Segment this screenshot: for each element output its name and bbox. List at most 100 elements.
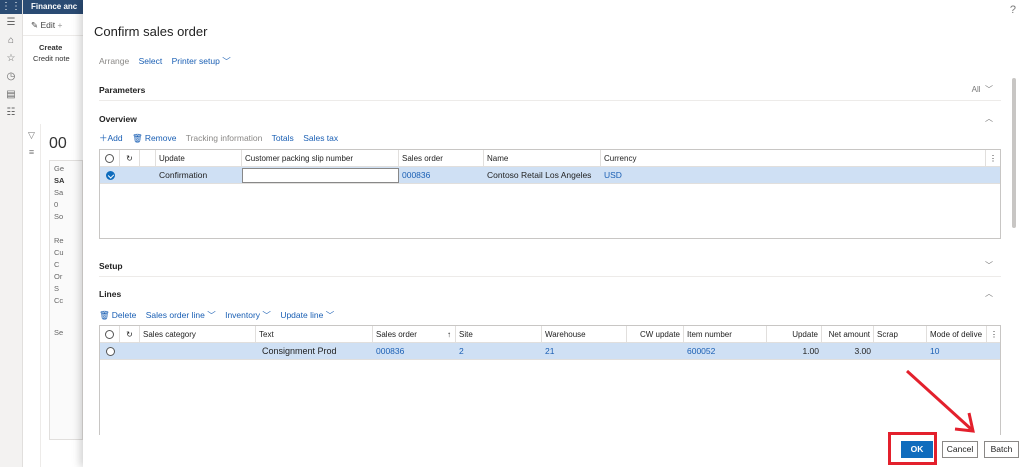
parameters-all-label: All bbox=[971, 85, 981, 94]
row-sales-order-link[interactable]: 000836 bbox=[373, 343, 456, 360]
background-toolbar: ✎ Edit + bbox=[23, 14, 83, 36]
tracking-information-button[interactable]: Tracking information bbox=[186, 133, 263, 143]
fragment-text: Se bbox=[54, 328, 64, 337]
column-header-name[interactable]: Name bbox=[484, 150, 601, 167]
printer-setup-button[interactable]: Printer setup ﹀ bbox=[172, 56, 231, 66]
refresh-icon[interactable]: ↻ bbox=[120, 326, 140, 343]
row-currency-link[interactable]: USD bbox=[601, 167, 701, 184]
dialog-title: Confirm sales order bbox=[94, 24, 208, 39]
overview-section-header[interactable]: Overview ︿ bbox=[99, 108, 1001, 130]
table-row[interactable]: Confirmation 000836 Contoso Retail Los A… bbox=[100, 167, 1000, 184]
sales-order-header-label: Sales order bbox=[376, 330, 417, 339]
edit-button[interactable]: Edit bbox=[41, 20, 56, 30]
row-item-number-link[interactable]: 600052 bbox=[684, 343, 767, 360]
background-card: Ge SA Sa 0 So Re Cu C Or S Cc Se bbox=[49, 160, 83, 440]
overview-grid: ↻ Update Customer packing slip number Sa… bbox=[99, 149, 1001, 239]
home-icon[interactable]: ⌂ bbox=[0, 32, 22, 50]
packing-slip-input[interactable] bbox=[242, 168, 399, 183]
column-options-icon[interactable]: ⋮ bbox=[986, 150, 1000, 167]
annotation-arrow-icon bbox=[905, 369, 975, 433]
column-header-sales-order[interactable]: Sales order bbox=[399, 150, 484, 167]
row-radio[interactable] bbox=[100, 343, 120, 360]
sort-ascending-icon: ↑ bbox=[447, 330, 451, 339]
column-header-site[interactable]: Site bbox=[456, 326, 542, 343]
batch-button[interactable]: Batch bbox=[984, 441, 1019, 458]
menu-icon[interactable]: ☰ bbox=[0, 14, 22, 32]
help-icon[interactable]: ? bbox=[1010, 4, 1016, 16]
printer-setup-label: Printer setup bbox=[171, 56, 220, 66]
row-mode-of-delivery-link[interactable]: 10 bbox=[927, 343, 987, 360]
column-header-sales-category[interactable]: Sales category bbox=[140, 326, 256, 343]
row-sales-category bbox=[140, 343, 256, 360]
fragment-text: Ge bbox=[54, 164, 65, 173]
select-button[interactable]: Select bbox=[139, 56, 163, 66]
refresh-icon[interactable]: ↻ bbox=[120, 150, 140, 167]
column-header-update[interactable]: Update bbox=[767, 326, 822, 343]
setup-title: Setup bbox=[99, 261, 123, 271]
column-header-net-amount[interactable]: Net amount bbox=[822, 326, 874, 343]
chevron-down-icon: ﹀ bbox=[985, 85, 993, 94]
delete-button[interactable]: 🗑 Delete bbox=[99, 310, 136, 320]
filter-icon[interactable]: ▽ bbox=[23, 130, 40, 141]
fragment-text: Or bbox=[54, 272, 63, 281]
lines-toolbar: 🗑 Delete Sales order line ﹀ Inventory ﹀ U… bbox=[99, 309, 341, 321]
column-options-icon[interactable]: ⋮ bbox=[987, 326, 1000, 343]
chevron-down-icon: ﹀ bbox=[262, 310, 271, 320]
add-icon[interactable]: + bbox=[58, 20, 63, 30]
edit-icon[interactable]: ✎ bbox=[31, 20, 38, 30]
chevron-up-icon: ︿ bbox=[985, 114, 993, 123]
create-label: Create bbox=[39, 43, 63, 52]
select-all-radio[interactable] bbox=[100, 326, 120, 343]
column-header-cw-update[interactable]: CW update bbox=[627, 326, 684, 343]
table-row[interactable]: Consignment Prod 000836 2 21 600052 1.00… bbox=[100, 343, 1000, 360]
confirm-sales-order-dialog: ? Confirm sales order Arrange Select Pri… bbox=[83, 0, 1024, 467]
arrange-button[interactable]: Arrange bbox=[99, 56, 129, 66]
lines-section-header[interactable]: Lines ︿ bbox=[99, 283, 1001, 305]
column-header-scrap[interactable]: Scrap bbox=[874, 326, 927, 343]
column-header-sales-order[interactable]: Sales order ↑ bbox=[373, 326, 456, 343]
credit-note-button[interactable]: Credit note bbox=[33, 54, 70, 63]
workspaces-icon[interactable]: ▤ bbox=[0, 86, 22, 104]
inventory-menu[interactable]: Inventory ﹀ bbox=[225, 310, 271, 320]
dialog-scrollbar[interactable] bbox=[1012, 78, 1016, 228]
add-button[interactable]: ＋Add bbox=[99, 133, 123, 143]
column-header-currency[interactable]: Currency bbox=[601, 150, 986, 167]
row-sales-order-link[interactable]: 000836 bbox=[399, 167, 484, 184]
totals-button[interactable]: Totals bbox=[272, 133, 294, 143]
favorites-icon[interactable]: ☆ bbox=[0, 50, 22, 68]
fragment-text: Re bbox=[54, 236, 64, 245]
annotation-highlight-box bbox=[888, 432, 937, 465]
setup-section-header[interactable]: Setup ﹀ bbox=[99, 255, 1001, 277]
row-selected-radio[interactable] bbox=[100, 167, 120, 184]
modules-icon[interactable]: ☷ bbox=[0, 104, 22, 122]
sales-order-line-label: Sales order line bbox=[145, 310, 205, 320]
column-header-item-number[interactable]: Item number bbox=[684, 326, 767, 343]
row-site-link[interactable]: 2 bbox=[456, 343, 542, 360]
select-all-radio[interactable] bbox=[100, 150, 120, 167]
inventory-label: Inventory bbox=[225, 310, 261, 320]
remove-button[interactable]: 🗑 Remove bbox=[132, 133, 176, 143]
header-spacer bbox=[140, 150, 156, 167]
chevron-down-icon: ﹀ bbox=[985, 261, 993, 270]
recent-icon[interactable]: ◷ bbox=[0, 68, 22, 86]
parameters-summary: All ﹀ bbox=[972, 79, 993, 101]
column-header-warehouse[interactable]: Warehouse bbox=[542, 326, 627, 343]
column-header-text[interactable]: Text bbox=[256, 326, 373, 343]
column-header-packing-slip[interactable]: Customer packing slip number bbox=[242, 150, 399, 167]
column-header-mode-of-delivery[interactable]: Mode of delive bbox=[927, 326, 987, 343]
trash-icon: 🗑 bbox=[132, 133, 143, 143]
plus-icon: ＋ bbox=[99, 133, 108, 143]
chevron-down-icon: ﹀ bbox=[325, 310, 335, 320]
parameters-section-header[interactable]: Parameters All ﹀ bbox=[99, 79, 1001, 101]
cancel-button[interactable]: Cancel bbox=[942, 441, 978, 458]
column-header-update[interactable]: Update bbox=[156, 150, 242, 167]
sales-order-line-menu[interactable]: Sales order line ﹀ bbox=[146, 310, 216, 320]
sales-tax-button[interactable]: Sales tax bbox=[303, 133, 338, 143]
row-warehouse-link[interactable]: 21 bbox=[542, 343, 627, 360]
trash-icon: 🗑 bbox=[99, 310, 110, 320]
background-page: Finance anc ✎ Edit + Create Credit note … bbox=[23, 0, 83, 467]
fragment-text: Cc bbox=[54, 296, 64, 305]
app-launcher-icon[interactable]: ⋮⋮ bbox=[0, 0, 22, 14]
list-icon[interactable]: ≡ bbox=[23, 147, 40, 157]
update-line-menu[interactable]: Update line ﹀ bbox=[280, 310, 334, 320]
